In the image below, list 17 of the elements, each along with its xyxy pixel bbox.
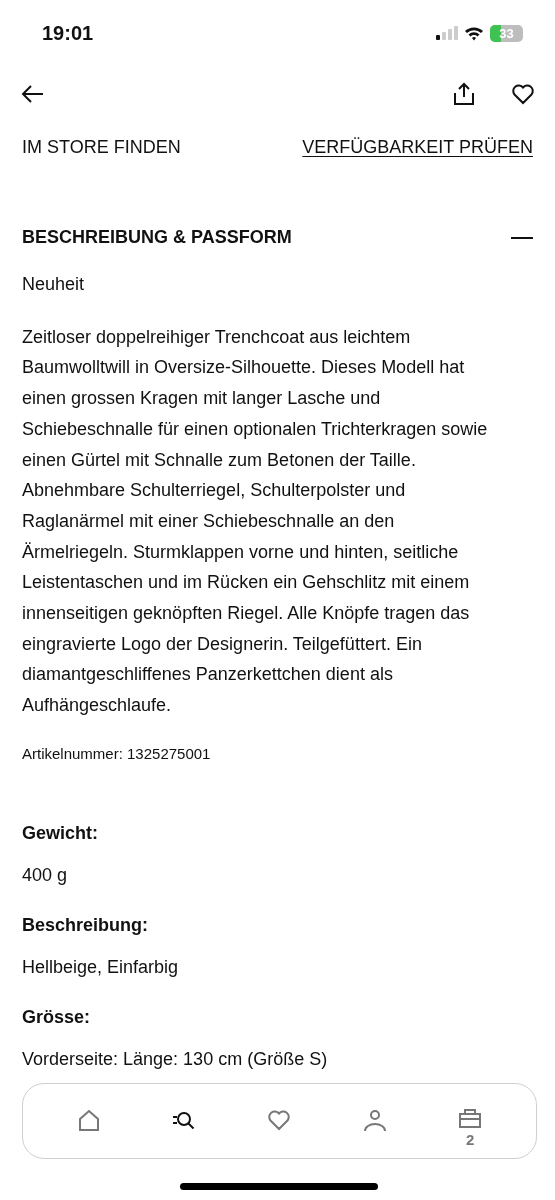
detail-label: Beschreibung: [22,913,150,937]
detail-value: Hellbeige, Einfarbig [22,955,180,979]
favorite-button[interactable] [511,82,535,106]
share-button[interactable] [451,81,477,107]
signal-icon [436,26,458,40]
status-time: 19:01 [42,21,94,46]
detail-label: Gewicht: [22,821,99,845]
check-availability-link[interactable]: VERFÜGBARKEIT PRÜFEN [302,134,533,161]
article-number: Artikelnummer: 1325275001 [22,743,212,764]
product-description: Zeitloser doppelreihiger Trenchcoat aus leichtem Baumwolltwill in Oversize-Silhouette. Dieses Modell hat einen grossen Kragen mit langer Lasche und Schiebeschnalle für einen optionalen Trichterkragen sowie einen Gürtel mit Schnalle zum Betonen der Taille. Abnehmbare Schulterriegel, Schulterpolster und Raglanärmel mit einer Schiebeschnalle an den Ärmelriegeln. Sturmklappen vorne und hinten, seitliche Leistentaschen und im Rücken ein Gehschlitz mit einem innenseitigen geknöpften Riegel. Alle Knöpfe tragen das eingravierte Logo der Designerin. Teilgefüttert. Ein diamantgeschliffenes Panzerkettchen dient als Aufhängeschlaufe. [22,325,489,718]
section-title: BESCHREIBUNG & PASSFORM [22,226,292,249]
find-in-store-link[interactable]: IM STORE FINDEN [22,134,181,161]
new-label: Neuheit [22,273,86,296]
detail-label: Grösse: [22,1005,92,1029]
wifi-icon [464,25,484,41]
detail-value: 400 g [22,863,69,887]
detail-value: Vorderseite: Länge: 130 cm (Größe S) [22,1047,329,1071]
